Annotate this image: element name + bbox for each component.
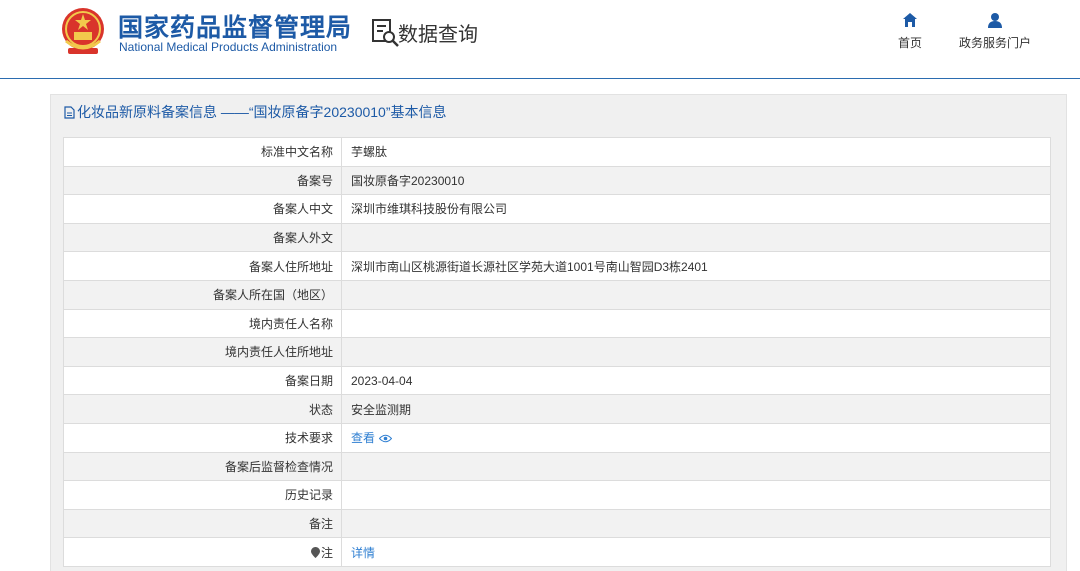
table-row: 备案人住所地址 深圳市南山区桃源街道长源社区学苑大道1001号南山智园D3栋240… bbox=[63, 251, 1051, 281]
table-row: 历史记录 bbox=[63, 480, 1051, 510]
field-value-text: 安全监测期 bbox=[351, 402, 412, 417]
field-label-text: 历史记录 bbox=[284, 488, 333, 503]
field-label-text: 备案日期 bbox=[284, 374, 333, 389]
field-label: 状态 bbox=[63, 394, 342, 424]
nav-home-label: 首页 bbox=[897, 36, 922, 50]
nav-home[interactable]: 首页 bbox=[890, 12, 930, 51]
field-label-text: 备案人中文 bbox=[272, 202, 333, 217]
nav-service-portal[interactable]: 政务服务门户 bbox=[952, 12, 1038, 51]
field-label: 备案号 bbox=[63, 165, 342, 196]
field-label-text: 境内责任人住所地址 bbox=[224, 345, 333, 360]
table-row: 境内责任人名称 bbox=[63, 308, 1051, 339]
field-label: 备注 bbox=[63, 508, 342, 539]
field-value: 深圳市南山区桃源街道长源社区学苑大道1001号南山智园D3栋2401 bbox=[341, 251, 1051, 281]
field-value: 深圳市维琪科技股份有限公司 bbox=[341, 194, 1051, 224]
field-label: 境内责任人名称 bbox=[63, 308, 342, 339]
table-row: 标准中文名称 芋螺肽 bbox=[63, 137, 1051, 167]
document-icon bbox=[64, 106, 75, 119]
field-value bbox=[341, 508, 1051, 539]
link-text: 详情 bbox=[351, 545, 376, 560]
table-row: 备案人所在国（地区） bbox=[63, 279, 1051, 310]
table-row: 备案日期 2023-04-04 bbox=[63, 365, 1051, 396]
table-row: 状态 安全监测期 bbox=[63, 394, 1051, 424]
site-header: 国家药品监督管理局 National Medical Products Admi… bbox=[0, 0, 1080, 79]
field-value-text: 芋螺肽 bbox=[351, 145, 388, 160]
org-name-cn: 国家药品监督管理局 bbox=[118, 14, 353, 42]
field-value-text: 深圳市南山区桃源街道长源社区学苑大道1001号南山智园D3栋2401 bbox=[351, 259, 708, 274]
field-label: 备案后监督检查情况 bbox=[63, 451, 342, 482]
field-label: 备案人外文 bbox=[63, 222, 342, 253]
field-label-text: 注 bbox=[320, 545, 333, 560]
field-value-text: 深圳市维琪科技股份有限公司 bbox=[351, 202, 508, 217]
table-row: 备案号 国妆原备字20230010 bbox=[63, 165, 1051, 196]
section-title: 数据查询 bbox=[398, 24, 478, 46]
view-link[interactable]: 查看 bbox=[351, 431, 393, 446]
field-label-text: 状态 bbox=[308, 402, 333, 417]
field-value bbox=[341, 337, 1051, 367]
field-label: 技术要求 bbox=[63, 422, 342, 453]
field-label-text: 备注 bbox=[308, 517, 333, 532]
field-value bbox=[341, 451, 1051, 482]
field-value: 详情 bbox=[341, 537, 1051, 567]
field-value bbox=[341, 308, 1051, 339]
field-value: 2023-04-04 bbox=[341, 365, 1051, 396]
national-emblem-icon bbox=[62, 8, 104, 54]
field-label-text: 备案后监督检查情况 bbox=[224, 459, 333, 474]
table-row: 技术要求 查看 bbox=[63, 422, 1051, 453]
nav-portal-label: 政务服务门户 bbox=[958, 36, 1031, 50]
table-row: 境内责任人住所地址 bbox=[63, 337, 1051, 367]
field-label: 备案日期 bbox=[63, 365, 342, 396]
field-value bbox=[341, 222, 1051, 253]
field-label-text: 标准中文名称 bbox=[260, 145, 333, 160]
link-text: 查看 bbox=[351, 431, 376, 446]
field-label-text: 备案人所在国（地区） bbox=[212, 288, 333, 303]
table-row: 备案人中文 深圳市维琪科技股份有限公司 bbox=[63, 194, 1051, 224]
home-icon bbox=[903, 13, 917, 27]
field-value bbox=[341, 480, 1051, 510]
table-row: 注 详情 bbox=[63, 537, 1051, 567]
table-row: 备案人外文 bbox=[63, 222, 1051, 253]
table-row: 备注 bbox=[63, 508, 1051, 539]
field-label-text: 备案人外文 bbox=[272, 231, 333, 246]
field-value bbox=[341, 279, 1051, 310]
field-label: 标准中文名称 bbox=[63, 137, 342, 167]
table-row: 备案后监督检查情况 bbox=[63, 451, 1051, 482]
field-value: 国妆原备字20230010 bbox=[341, 165, 1051, 196]
field-label-text: 境内责任人名称 bbox=[248, 316, 333, 331]
field-label: 备案人中文 bbox=[63, 194, 342, 224]
field-value-text: 国妆原备字20230010 bbox=[351, 173, 465, 188]
org-name-en: National Medical Products Administration bbox=[119, 40, 338, 54]
field-value: 安全监测期 bbox=[341, 394, 1051, 424]
document-search-icon bbox=[372, 19, 399, 47]
location-pin-icon bbox=[310, 546, 320, 558]
field-label: 历史记录 bbox=[63, 480, 342, 510]
field-value: 芋螺肽 bbox=[341, 137, 1051, 167]
details-link[interactable]: 详情 bbox=[351, 546, 375, 560]
field-value-text: 2023-04-04 bbox=[351, 373, 413, 388]
field-label: 注 bbox=[63, 537, 342, 567]
panel-title: 化妆品新原料备案信息 ——“国妆原备字20230010”基本信息 bbox=[64, 102, 447, 122]
field-label-text: 备案号 bbox=[296, 173, 333, 188]
panel-title-text: 化妆品新原料备案信息 ——“国妆原备字20230010”基本信息 bbox=[77, 104, 447, 120]
field-label-text: 技术要求 bbox=[284, 431, 333, 446]
field-value: 查看 bbox=[341, 422, 1051, 453]
field-label-text: 备案人住所地址 bbox=[248, 259, 333, 274]
field-label: 备案人住所地址 bbox=[63, 251, 342, 281]
user-icon bbox=[988, 13, 1002, 28]
eye-icon bbox=[379, 434, 393, 443]
field-label: 备案人所在国（地区） bbox=[63, 279, 342, 310]
field-label: 境内责任人住所地址 bbox=[63, 337, 342, 367]
record-table: 标准中文名称 芋螺肽备案号 国妆原备字20230010 备案人中文 深圳市维琪科技股份有… bbox=[63, 137, 1051, 567]
